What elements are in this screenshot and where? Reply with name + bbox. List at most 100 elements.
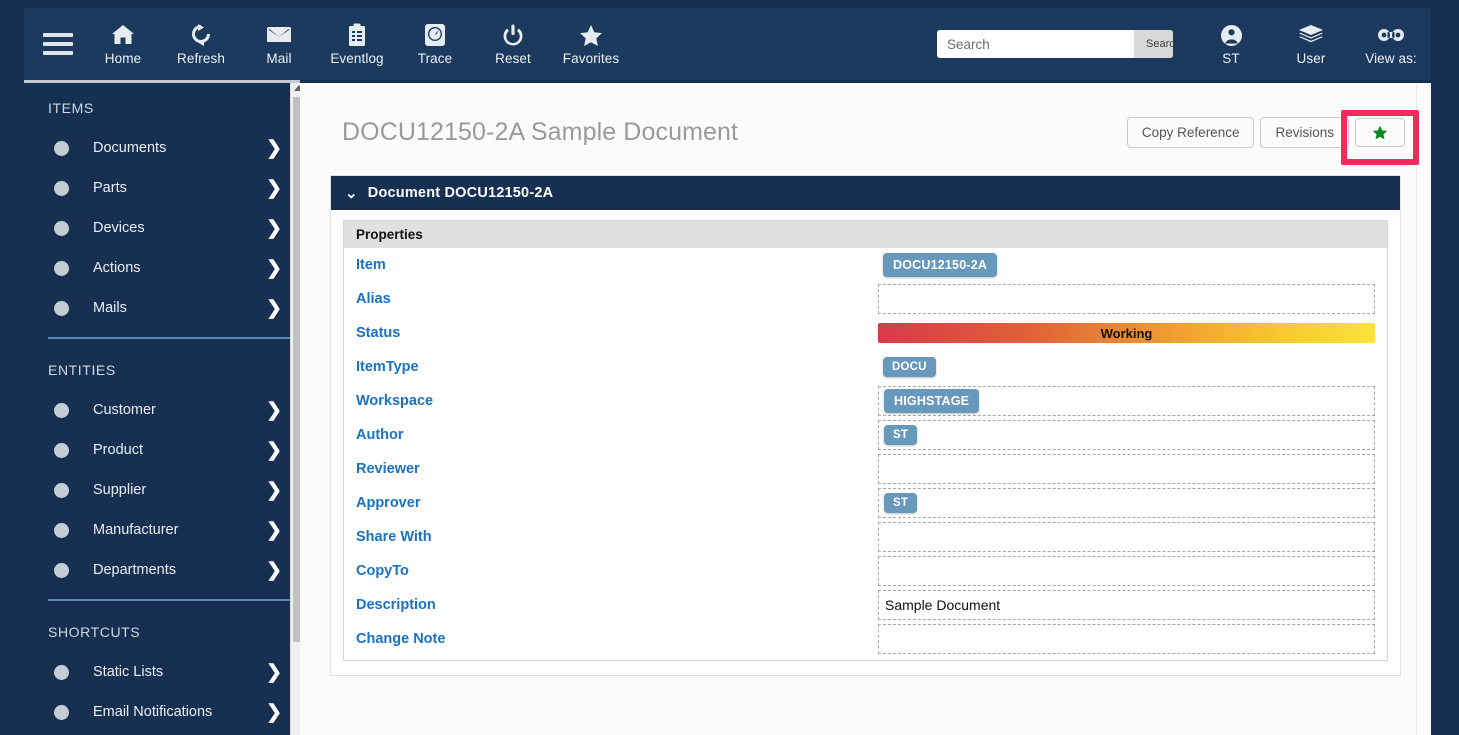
chevron-right-icon[interactable]: ❯ — [266, 299, 282, 318]
panel-header[interactable]: ⌄ Document DOCU12150-2A — [331, 176, 1400, 210]
nav-user-st[interactable]: ST — [1191, 13, 1271, 75]
chevron-right-icon[interactable]: ❯ — [266, 219, 282, 238]
content-scrollbar[interactable] — [1416, 83, 1431, 735]
star-icon — [579, 22, 603, 48]
property-value: ST — [878, 420, 1375, 450]
sidebar-item-label: Actions — [93, 260, 141, 276]
search-button[interactable]: Search — [1134, 30, 1173, 58]
property-field-box[interactable] — [878, 284, 1375, 314]
value-chip[interactable]: HIGHSTAGE — [884, 389, 980, 413]
properties-table: Item DOCU12150-2A Alias Status Working ItemTy… — [343, 248, 1388, 661]
sidebar-item-supplier[interactable]: Supplier ❯ — [24, 470, 300, 510]
property-label: Approver — [356, 495, 421, 511]
sidebar-item-label: Devices — [93, 220, 145, 236]
property-value: Sample Document — [878, 590, 1375, 620]
sidebar-divider — [48, 337, 300, 339]
property-field-box[interactable]: ST — [878, 420, 1375, 450]
sidebar-item-product[interactable]: Product ❯ — [24, 430, 300, 470]
property-row: Share With — [344, 520, 1387, 554]
chevron-right-icon[interactable]: ❯ — [266, 179, 282, 198]
nav-home-label: Home — [104, 51, 142, 66]
sidebar-item-documents[interactable]: Documents ❯ — [24, 128, 300, 168]
sidebar-item-label: Departments — [93, 562, 177, 578]
chevron-down-icon[interactable]: ⌄ — [345, 186, 358, 201]
property-field-box[interactable]: HIGHSTAGE — [878, 386, 1375, 416]
revisions-button[interactable]: Revisions — [1260, 117, 1349, 148]
sidebar-item-customer[interactable]: Customer ❯ — [24, 390, 300, 430]
property-field[interactable]: Working — [878, 318, 1375, 348]
favorite-toggle-button[interactable] — [1355, 118, 1405, 147]
value-chip[interactable]: ST — [884, 493, 918, 513]
chevron-right-icon[interactable]: ❯ — [266, 259, 282, 278]
search-box[interactable]: Search — [937, 30, 1173, 58]
property-value: HIGHSTAGE — [878, 386, 1375, 416]
sidebar-item-label: Static Lists — [93, 664, 164, 680]
nav-mail[interactable]: Mail — [240, 13, 318, 75]
chevron-right-icon[interactable]: ❯ — [266, 401, 282, 420]
sidebar-item-parts[interactable]: Parts ❯ — [24, 168, 300, 208]
property-row: CopyTo — [344, 554, 1387, 588]
property-row: Item DOCU12150-2A — [344, 248, 1387, 282]
sidebar-item-devices[interactable]: Devices ❯ — [24, 208, 300, 248]
app-root: Home Refresh Mail Eventlog Trace Reset F… — [0, 0, 1459, 735]
sidebar-item-label: Parts — [93, 180, 127, 196]
property-field-box[interactable]: ST — [878, 488, 1375, 518]
property-row: Reviewer — [344, 452, 1387, 486]
nav-user-label: User — [1296, 51, 1326, 66]
chevron-right-icon[interactable]: ❯ — [266, 481, 282, 500]
nav-trace[interactable]: Trace — [396, 13, 474, 75]
property-field[interactable]: DOCU — [878, 352, 1375, 382]
status-badge: Working — [878, 323, 1375, 343]
value-chip[interactable]: DOCU — [883, 357, 936, 377]
nav-view-as[interactable]: View as: — [1351, 13, 1431, 75]
sidebar-item-email-notifications[interactable]: Email Notifications ❯ — [24, 692, 300, 732]
chevron-right-icon[interactable]: ❯ — [266, 441, 282, 460]
chevron-right-icon[interactable]: ❯ — [266, 139, 282, 158]
chevron-right-icon[interactable]: ❯ — [266, 703, 282, 722]
sidebar-item-departments[interactable]: Departments ❯ — [24, 550, 300, 590]
bullet-icon — [54, 140, 69, 156]
property-value: Working — [878, 318, 1375, 348]
bullet-icon — [54, 442, 69, 458]
properties-section-title: Properties — [343, 220, 1388, 248]
panel-title: Document DOCU12150-2A — [367, 185, 554, 201]
nav-reset[interactable]: Reset — [474, 13, 552, 75]
sidebar-scrollbar-thumb[interactable] — [293, 97, 300, 642]
property-field-box[interactable]: Sample Document — [878, 590, 1375, 620]
sidebar-item-mails[interactable]: Mails ❯ — [24, 288, 300, 328]
chevron-right-icon[interactable]: ❯ — [266, 561, 282, 580]
gauge-icon — [424, 22, 446, 48]
property-label: CopyTo — [356, 563, 409, 579]
search-input[interactable] — [937, 30, 1134, 58]
nav-home[interactable]: Home — [84, 13, 162, 75]
sidebar-item-label: Customer — [93, 402, 156, 418]
property-field-box[interactable] — [878, 624, 1375, 654]
sidebar-scrollbar[interactable] — [290, 83, 300, 735]
chevron-right-icon[interactable]: ❯ — [266, 663, 282, 682]
property-field-box[interactable] — [878, 522, 1375, 552]
hamburger-menu-icon[interactable] — [32, 14, 84, 74]
nav-view-as-label: View as: — [1365, 51, 1417, 66]
value-text: Sample Document — [885, 597, 1001, 613]
property-value: ST — [878, 488, 1375, 518]
chevron-right-icon[interactable]: ❯ — [266, 521, 282, 540]
sidebar-item-static-lists[interactable]: Static Lists ❯ — [24, 652, 300, 692]
nav-refresh[interactable]: Refresh — [162, 13, 240, 75]
value-chip[interactable]: ST — [884, 425, 918, 445]
value-chip[interactable]: DOCU12150-2A — [883, 253, 998, 277]
property-field-box[interactable] — [878, 454, 1375, 484]
nav-eventlog[interactable]: Eventlog — [318, 13, 396, 75]
sidebar-item-actions[interactable]: Actions ❯ — [24, 248, 300, 288]
sidebar-section-entities: ENTITIES Customer ❯ Product ❯ Supplier ❯ Manufa… — [24, 345, 300, 607]
property-label: Workspace — [356, 393, 434, 409]
property-value — [878, 522, 1375, 552]
content-header: DOCU12150-2A Sample Document Copy Refere… — [300, 83, 1431, 148]
sidebar-item-manufacturer[interactable]: Manufacturer ❯ — [24, 510, 300, 550]
property-row: Change Note — [344, 622, 1387, 656]
nav-user[interactable]: User — [1271, 13, 1351, 75]
property-field-box[interactable] — [878, 556, 1375, 586]
property-field[interactable]: DOCU12150-2A — [878, 250, 1375, 280]
nav-mail-label: Mail — [266, 51, 292, 66]
copy-reference-button[interactable]: Copy Reference — [1126, 117, 1255, 148]
nav-favorites[interactable]: Favorites — [552, 13, 630, 75]
